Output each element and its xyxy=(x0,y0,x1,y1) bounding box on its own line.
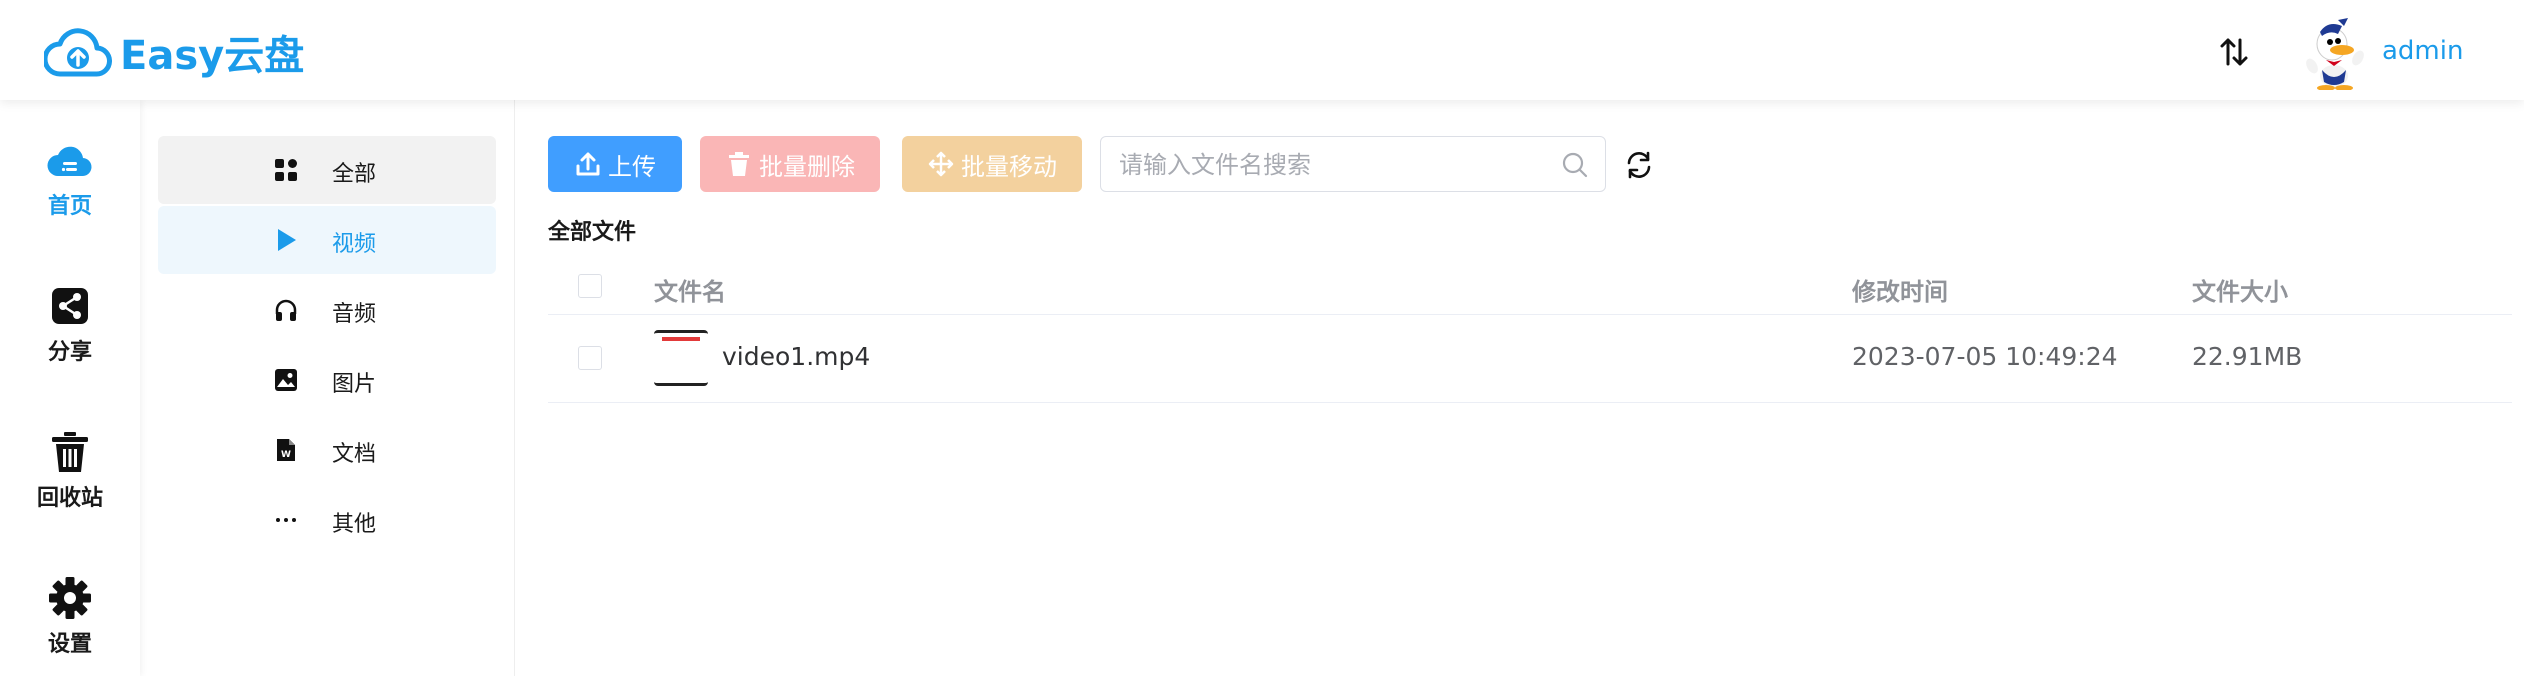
move-arrows-icon xyxy=(928,151,954,177)
category-all-label: 全部 xyxy=(332,162,377,187)
category-document-label: 文档 xyxy=(332,442,377,467)
nav-home-label: 首页 xyxy=(47,194,92,219)
video-thumbnail[interactable] xyxy=(654,330,708,386)
batch-delete-button[interactable]: 批量删除 xyxy=(700,136,880,192)
search-box xyxy=(1100,136,1606,192)
column-header-modified[interactable]: 修改时间 xyxy=(1852,272,1948,307)
cloud-home-icon xyxy=(47,146,92,177)
app-logo[interactable]: Easy云盘 xyxy=(44,24,304,80)
upload-icon xyxy=(576,152,600,176)
upload-button-label: 上传 xyxy=(608,152,656,181)
nav-recycle[interactable]: 回收站 xyxy=(0,428,140,512)
row-checkbox[interactable] xyxy=(578,346,602,370)
batch-move-button-label: 批量移动 xyxy=(961,152,1057,181)
cloud-upload-icon xyxy=(44,28,112,77)
top-header: Easy云盘 admin xyxy=(0,0,2524,100)
grid-icon xyxy=(275,159,297,181)
nav-share[interactable]: 分享 xyxy=(0,282,140,366)
nav-settings[interactable]: 设置 xyxy=(0,574,140,658)
search-input[interactable] xyxy=(1117,147,1541,183)
gear-icon xyxy=(49,577,91,619)
thumbnail-mark xyxy=(662,337,700,341)
category-other-label: 其他 xyxy=(332,512,377,537)
app-name: Easy云盘 xyxy=(120,33,305,79)
share-icon xyxy=(52,288,88,324)
table-row[interactable]: video1.mp4 2023-07-05 10:49:24 22.91MB xyxy=(548,314,2512,403)
file-category-menu: 全部 视频 音频 图片 W 文档 其他 xyxy=(140,100,515,676)
category-document[interactable]: W 文档 xyxy=(158,416,496,484)
nav-share-label: 分享 xyxy=(47,340,92,365)
nav-recycle-label: 回收站 xyxy=(36,486,103,511)
category-all[interactable]: 全部 xyxy=(158,136,496,204)
batch-delete-button-label: 批量删除 xyxy=(759,152,855,181)
more-dots-icon xyxy=(276,518,296,522)
category-video-label: 视频 xyxy=(332,232,377,257)
category-image[interactable]: 图片 xyxy=(158,346,496,414)
category-video[interactable]: 视频 xyxy=(158,206,496,274)
column-header-filename[interactable]: 文件名 xyxy=(654,272,726,307)
file-modified-time: 2023-07-05 10:49:24 xyxy=(1852,342,2118,371)
nav-settings-label: 设置 xyxy=(47,632,92,657)
category-audio-label: 音频 xyxy=(332,302,377,327)
nav-home[interactable]: 首页 xyxy=(0,136,140,220)
file-name[interactable]: video1.mp4 xyxy=(722,342,870,371)
column-header-size[interactable]: 文件大小 xyxy=(2192,272,2288,307)
image-icon xyxy=(275,369,297,391)
word-doc-icon: W xyxy=(277,439,295,461)
trash-icon xyxy=(52,432,88,472)
select-all-checkbox[interactable] xyxy=(578,274,602,298)
trash-icon xyxy=(729,152,749,176)
upload-button[interactable]: 上传 xyxy=(548,136,682,192)
batch-move-button[interactable]: 批量移动 xyxy=(902,136,1082,192)
category-audio[interactable]: 音频 xyxy=(158,276,496,344)
search-icon[interactable] xyxy=(1561,151,1589,179)
play-icon xyxy=(278,229,296,251)
sort-arrows-icon[interactable] xyxy=(2216,34,2252,70)
refresh-icon[interactable] xyxy=(1624,150,1654,180)
avatar[interactable] xyxy=(2298,14,2370,90)
file-size: 22.91MB xyxy=(2192,342,2303,371)
breadcrumb[interactable]: 全部文件 xyxy=(548,214,636,246)
category-other[interactable]: 其他 xyxy=(158,486,496,554)
headphones-icon xyxy=(275,299,297,321)
svg-text:W: W xyxy=(281,450,291,460)
user-name[interactable]: admin xyxy=(2382,36,2463,66)
file-table-header: 文件名 修改时间 文件大小 xyxy=(548,258,2512,315)
main-nav-rail: 首页 分享 回收站 设置 xyxy=(0,100,140,676)
category-image-label: 图片 xyxy=(332,372,377,397)
